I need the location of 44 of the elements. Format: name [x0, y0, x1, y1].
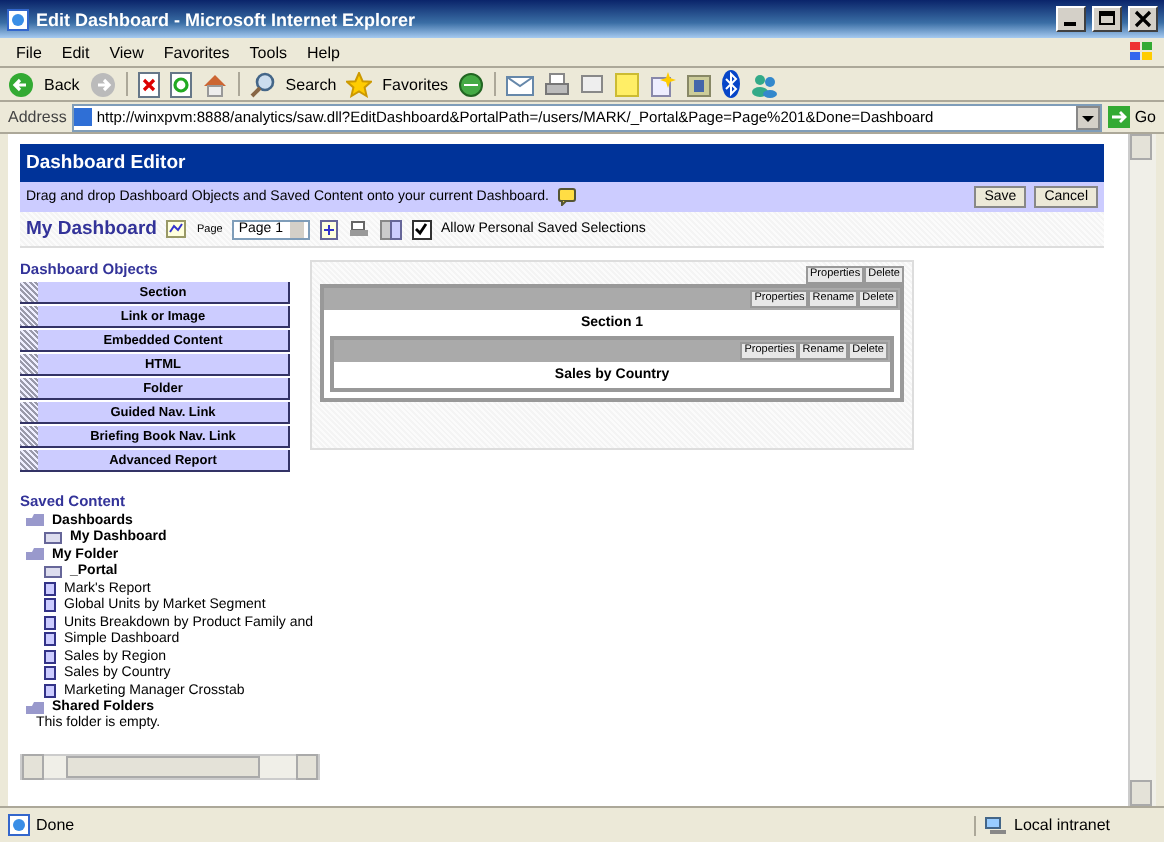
- intranet-icon: [984, 815, 1008, 835]
- maximize-button[interactable]: [1092, 6, 1122, 32]
- menu-item[interactable]: Favorites: [155, 43, 238, 61]
- favorites-button[interactable]: Favorites: [382, 75, 449, 93]
- vertical-scrollbar[interactable]: [1128, 134, 1156, 806]
- editor-header: Dashboard Editor: [20, 144, 1104, 182]
- status-text: Done: [36, 816, 75, 834]
- people-icon[interactable]: [750, 71, 779, 97]
- print-icon[interactable]: [347, 220, 370, 238]
- sparkle-icon[interactable]: [650, 71, 677, 97]
- mail-icon[interactable]: [506, 73, 535, 95]
- back-button[interactable]: Back: [44, 75, 80, 93]
- bluetooth-icon[interactable]: [722, 70, 741, 98]
- app-icon: [6, 7, 30, 31]
- page-icon: [74, 108, 93, 126]
- layout-icon[interactable]: [379, 219, 402, 239]
- refresh-icon[interactable]: [169, 71, 192, 97]
- dashboard-name: My Dashboard: [26, 218, 157, 240]
- star-icon[interactable]: [346, 71, 373, 97]
- search-icon[interactable]: [249, 71, 276, 97]
- page-icon: [8, 814, 30, 836]
- printer-icon[interactable]: [544, 71, 571, 97]
- media-icon[interactable]: [458, 71, 485, 97]
- stop-icon[interactable]: [137, 71, 160, 97]
- window-title: Edit Dashboard - Microsoft Internet Explorer: [36, 9, 418, 29]
- home-icon[interactable]: [201, 71, 228, 97]
- zone-text: Local intranet: [1014, 816, 1111, 834]
- menu-item[interactable]: View: [101, 43, 152, 61]
- checkbox[interactable]: [411, 219, 432, 239]
- minimize-button[interactable]: [1056, 6, 1086, 32]
- windows-logo-icon: [1128, 40, 1156, 64]
- search-button[interactable]: Search: [285, 75, 337, 93]
- menu-item[interactable]: File: [8, 43, 50, 61]
- add-page-icon[interactable]: [319, 219, 338, 239]
- address-label: Address: [8, 108, 67, 126]
- menu-item[interactable]: Edit: [53, 43, 98, 61]
- horizontal-scrollbar[interactable]: [20, 754, 320, 780]
- back-arrow-icon[interactable]: [8, 71, 34, 97]
- menu-item[interactable]: Help: [298, 43, 348, 61]
- folder-icon: [26, 701, 44, 714]
- menu-item[interactable]: Tools: [241, 43, 295, 61]
- close-button[interactable]: [1128, 6, 1158, 32]
- go-button[interactable]: Go: [1108, 106, 1156, 128]
- help-bubble-icon[interactable]: [557, 188, 575, 206]
